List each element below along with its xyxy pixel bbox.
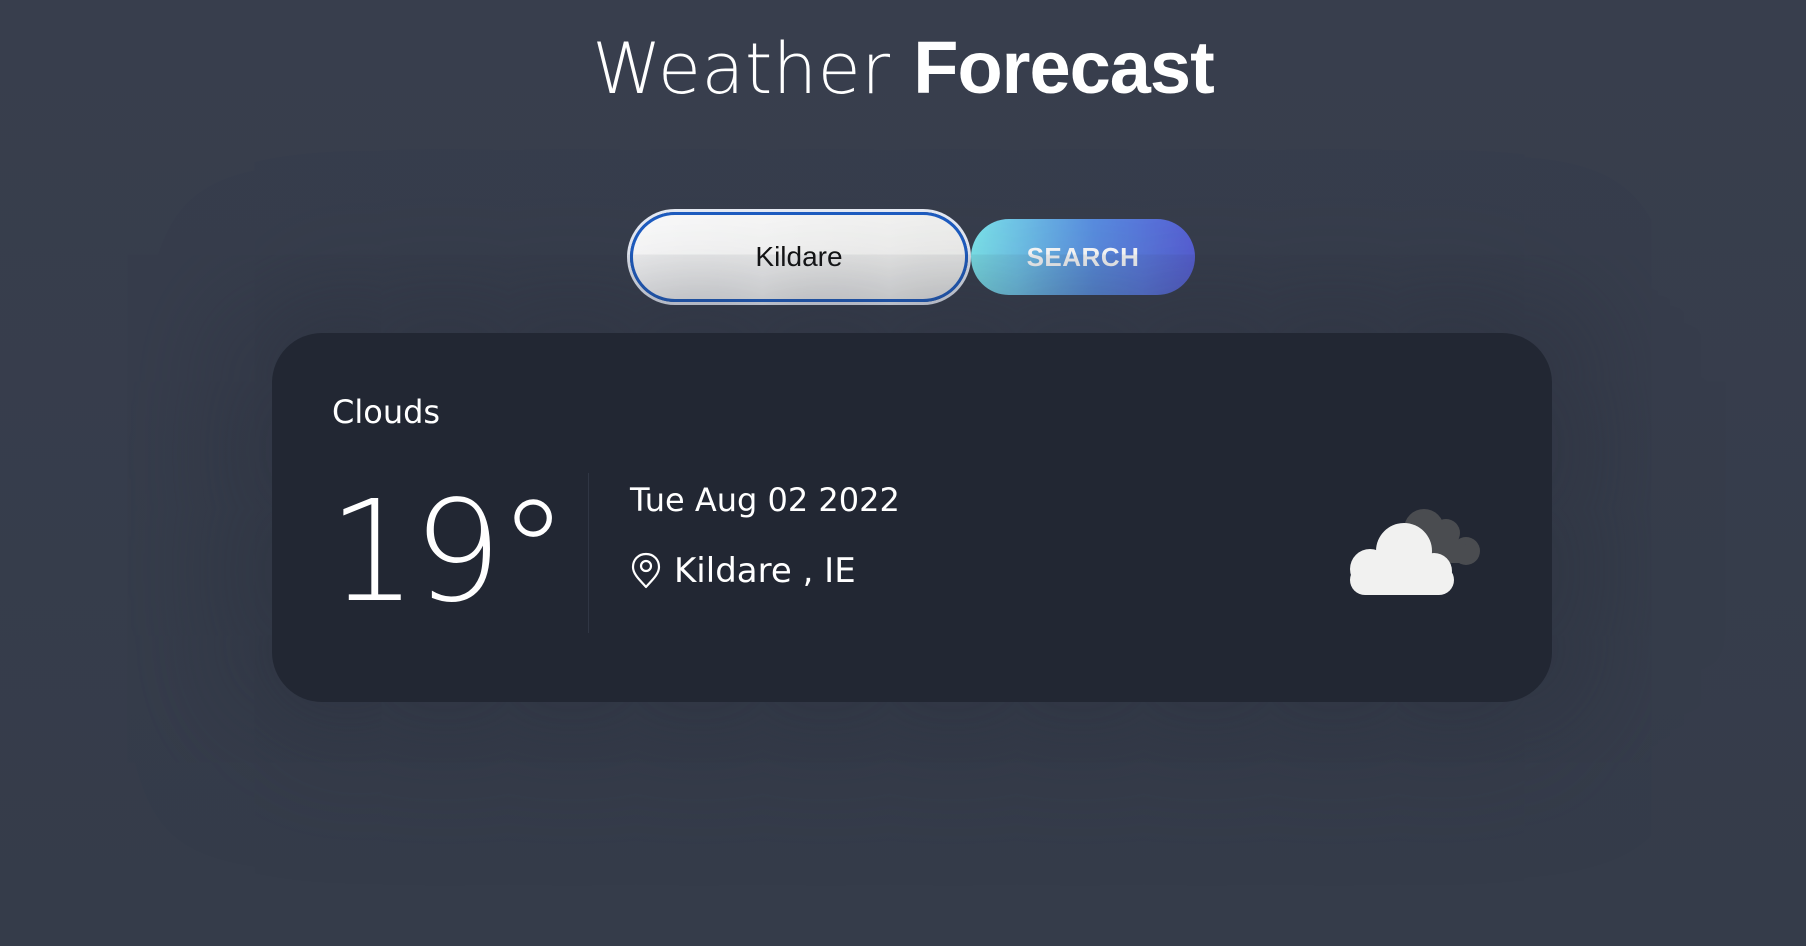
divider: [588, 473, 589, 633]
page-title: Weather Forecast: [0, 26, 1806, 111]
title-light: Weather: [592, 28, 891, 110]
weather-card: Clouds 19° Tue Aug 02 2022 Kildare , IE: [272, 333, 1552, 702]
map-pin-icon: [630, 552, 662, 590]
weather-app: Weather Forecast SEARCH Clouds 19° Tue A…: [0, 0, 1806, 946]
weather-condition: Clouds: [332, 393, 441, 431]
search-button[interactable]: SEARCH: [971, 219, 1195, 295]
location: Kildare , IE: [630, 551, 856, 591]
temperature: 19°: [328, 471, 568, 634]
title-bold: Forecast: [913, 26, 1214, 109]
search-input[interactable]: [630, 212, 968, 302]
cloudy-icon: [1336, 503, 1482, 599]
date: Tue Aug 02 2022: [630, 481, 900, 519]
location-text: Kildare , IE: [674, 551, 856, 591]
search-bar: SEARCH: [630, 212, 1195, 302]
